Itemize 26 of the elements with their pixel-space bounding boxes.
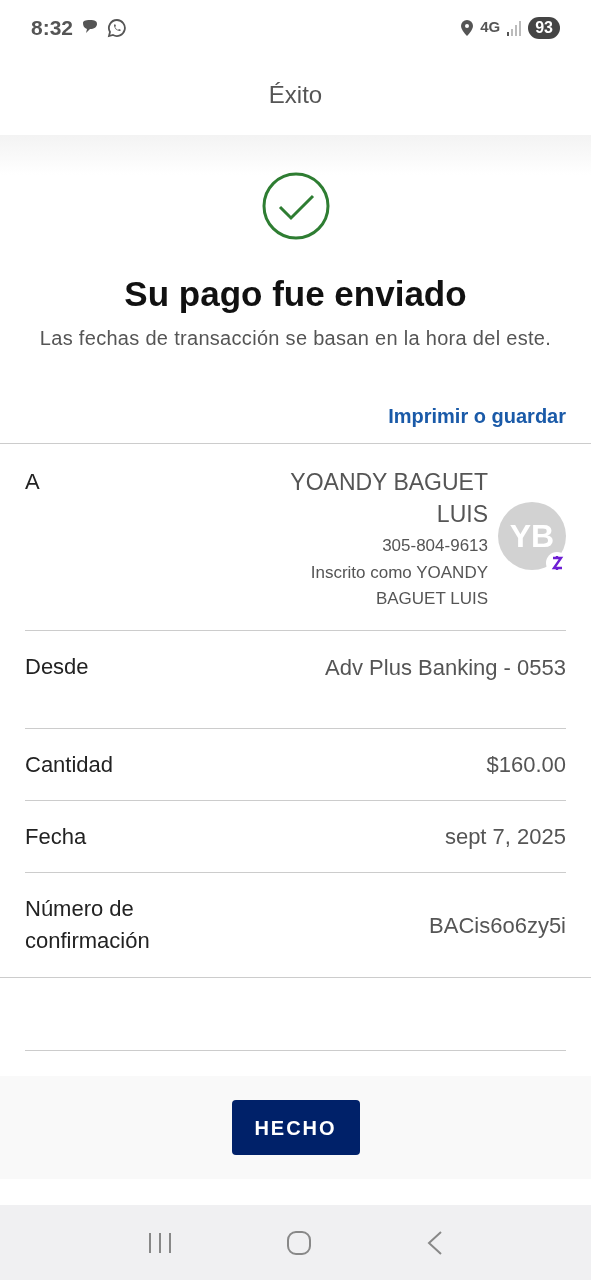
done-button[interactable]: HECHO xyxy=(231,1100,360,1155)
battery-badge: 93 xyxy=(528,16,560,39)
detail-label: Desde xyxy=(25,653,90,681)
network-label: 4G xyxy=(480,17,501,38)
whatsapp-icon xyxy=(107,17,128,38)
result-title: Su pago fue enviado xyxy=(124,273,467,315)
screen-title: Éxito xyxy=(268,80,323,110)
status-time: 8:32 xyxy=(31,14,74,41)
detail-value: Adv Plus Banking - 0553 xyxy=(325,654,566,682)
location-icon xyxy=(460,18,475,37)
detail-label: Número de confirmación xyxy=(25,895,151,955)
detail-value: BACis6o6zy5i xyxy=(429,911,566,940)
print-or-save-link[interactable]: Imprimir o guardar xyxy=(388,401,566,431)
result-subtitle: Las fechas de transacción se basan en la hora del este. xyxy=(38,326,553,351)
recipient-phone: 305-804-9613 xyxy=(382,535,488,557)
detail-label: Fecha xyxy=(25,822,88,851)
check-icon xyxy=(261,172,330,240)
detail-value: $160.00 xyxy=(486,751,566,779)
recent-apps-icon[interactable] xyxy=(146,1230,173,1255)
detail-label: Cantidad xyxy=(25,750,115,779)
recipient-name: YOANDY BAGUET LUIS xyxy=(289,468,488,529)
enrollment-note: Inscrito como YOANDY BAGUET LUIS xyxy=(309,562,488,610)
signal-icon xyxy=(506,19,523,36)
detail-value: sept 7, 2025 xyxy=(444,823,566,851)
detail-label: A xyxy=(25,468,41,496)
home-icon[interactable] xyxy=(286,1229,313,1256)
